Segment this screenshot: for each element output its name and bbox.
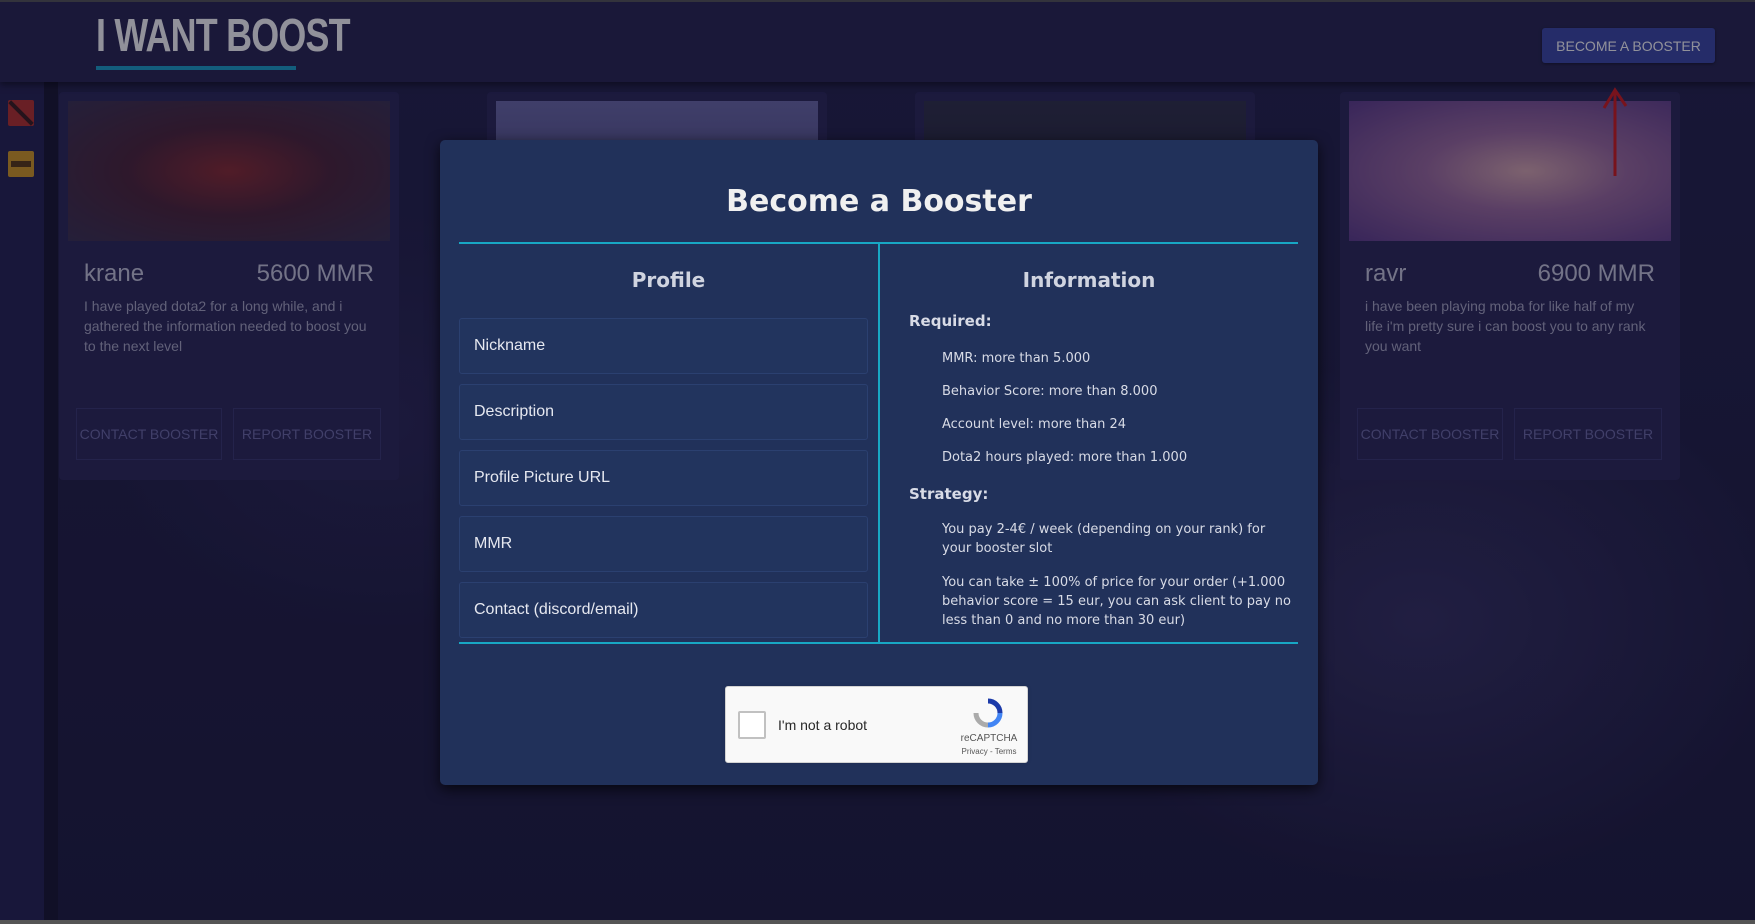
recaptcha-label: I'm not a robot (778, 717, 868, 733)
modal-title: Become a Booster (726, 184, 1032, 219)
requirement-item: Account level: more than 24 (942, 417, 1127, 432)
requirement-item: Behavior Score: more than 8.000 (942, 384, 1158, 399)
strategy-heading: Strategy: (909, 485, 989, 503)
profile-heading: Profile (631, 268, 706, 292)
requirement-item: MMR: more than 5.000 (942, 351, 1091, 366)
requirement-item: Dota2 hours played: more than 1.000 (942, 450, 1188, 465)
required-heading: Required: (909, 312, 992, 330)
recaptcha-logo-icon (973, 698, 1003, 728)
mmr-field[interactable] (459, 516, 868, 572)
recaptcha-widget: I'm not a robot reCAPTCHA Privacy - Term… (725, 686, 1028, 763)
recaptcha-brand: reCAPTCHA (960, 733, 1018, 744)
recaptcha-checkbox[interactable] (738, 711, 766, 739)
information-heading: Information (1022, 268, 1156, 292)
divider (459, 642, 1298, 644)
column-divider (878, 244, 880, 642)
contact-field[interactable] (459, 582, 868, 638)
nickname-field[interactable] (459, 318, 868, 374)
profile-picture-url-field[interactable] (459, 450, 868, 506)
description-field[interactable] (459, 384, 868, 440)
strategy-item: You can take ± 100% of price for your or… (942, 575, 1291, 628)
become-booster-modal: Become a Booster Profile Information Req… (440, 140, 1318, 785)
strategy-item: You pay 2-4€ / week (depending on your r… (942, 522, 1266, 556)
window-bottom-border (0, 920, 1755, 924)
recaptcha-links[interactable]: Privacy - Terms (954, 747, 1024, 756)
